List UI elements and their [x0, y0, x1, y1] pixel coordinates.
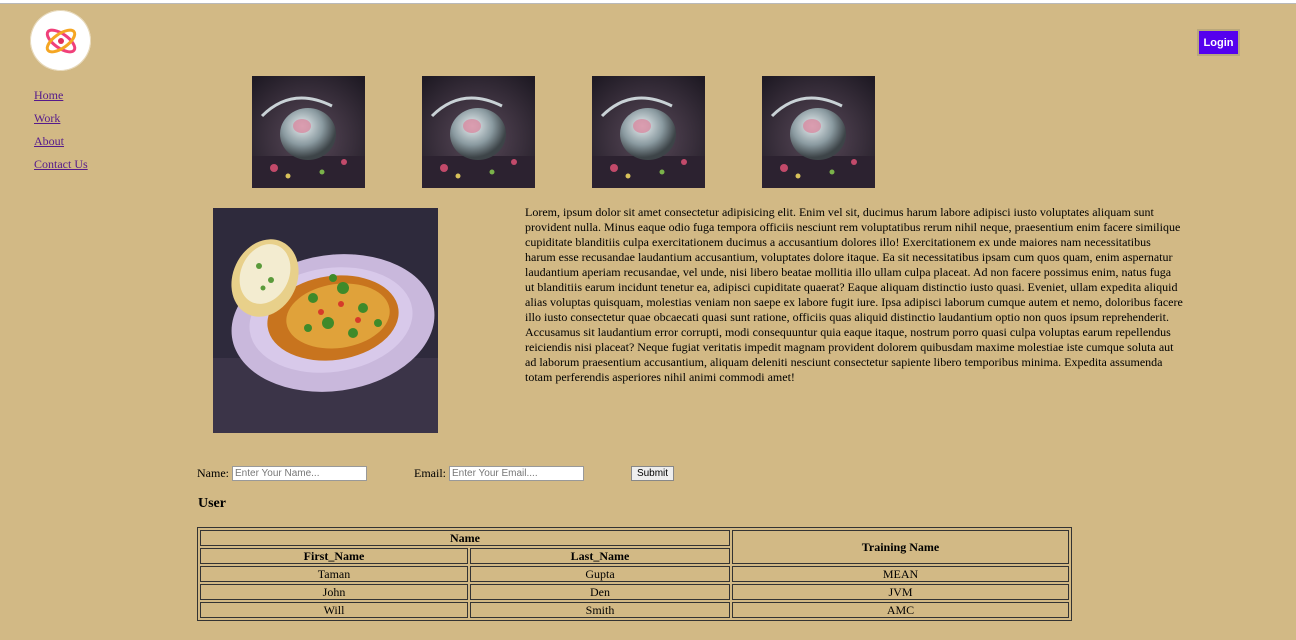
table-row: John Den JVM: [200, 584, 1069, 600]
tea-strainer-image: [762, 76, 875, 188]
training-name-cell: JVM: [732, 584, 1069, 600]
last-name-header: Last_Name: [470, 548, 730, 564]
logo[interactable]: [30, 10, 91, 71]
nav-home-link[interactable]: Home: [34, 88, 88, 111]
first-name-cell: Will: [200, 602, 468, 618]
nav-about-link[interactable]: About: [34, 134, 88, 157]
table-row: Will Smith AMC: [200, 602, 1069, 618]
gallery-image-tea-strainer: [592, 76, 705, 188]
training-name-cell: AMC: [732, 602, 1069, 618]
tea-strainer-image: [592, 76, 705, 188]
email-label: Email:: [414, 466, 446, 480]
food-plate-image: [213, 208, 438, 433]
last-name-cell: Den: [470, 584, 730, 600]
user-table-heading: User: [198, 496, 226, 511]
first-name-header: First_Name: [200, 548, 468, 564]
lorem-paragraph: Lorem, ipsum dolor sit amet consectetur …: [525, 205, 1183, 384]
table-row: Taman Gupta MEAN: [200, 566, 1069, 582]
training-name-header: Training Name: [732, 530, 1069, 564]
login-button[interactable]: Login: [1197, 29, 1240, 56]
gallery-image-tea-strainer: [422, 76, 535, 188]
nav-contact-link[interactable]: Contact Us: [34, 157, 88, 180]
email-input[interactable]: [449, 466, 584, 481]
gallery-image-tea-strainer: [762, 76, 875, 188]
last-name-cell: Gupta: [470, 566, 730, 582]
submit-button[interactable]: Submit: [631, 466, 674, 481]
user-table: Name Training Name First_Name Last_Name …: [197, 527, 1072, 621]
last-name-cell: Smith: [470, 602, 730, 618]
name-label: Name:: [197, 466, 229, 480]
gallery-image-tea-strainer: [252, 76, 365, 188]
first-name-cell: Taman: [200, 566, 468, 582]
training-name-cell: MEAN: [732, 566, 1069, 582]
tea-strainer-image: [422, 76, 535, 188]
tea-strainer-image: [252, 76, 365, 188]
sidebar-nav: Home Work About Contact Us: [34, 88, 88, 180]
first-name-cell: John: [200, 584, 468, 600]
food-image: [213, 208, 438, 433]
name-input[interactable]: [232, 466, 367, 481]
name-group-header: Name: [200, 530, 730, 546]
nav-work-link[interactable]: Work: [34, 111, 88, 134]
atom-logo-icon: [45, 28, 76, 53]
top-border: [0, 0, 1296, 4]
